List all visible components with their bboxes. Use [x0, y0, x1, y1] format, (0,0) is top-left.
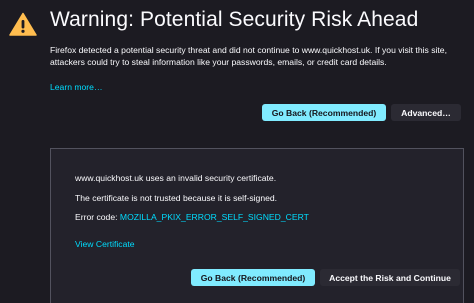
error-code-line: Error code: MOZILLA_PKIX_ERROR_SELF_SIGN…	[75, 212, 309, 222]
learn-more-link[interactable]: Learn more…	[50, 82, 103, 92]
view-certificate-link[interactable]: View Certificate	[75, 239, 135, 249]
warning-description: Firefox detected a potential security th…	[50, 45, 447, 67]
warning-icon	[9, 12, 37, 36]
error-code-link[interactable]: MOZILLA_PKIX_ERROR_SELF_SIGNED_CERT	[120, 212, 309, 222]
error-code-label: Error code:	[75, 212, 120, 222]
advanced-button[interactable]: Advanced…	[391, 104, 461, 121]
panel-go-back-button[interactable]: Go Back (Recommended)	[191, 269, 315, 286]
go-back-button[interactable]: Go Back (Recommended)	[262, 104, 386, 121]
advanced-panel: www.quickhost.uk uses an invalid securit…	[50, 148, 464, 303]
self-signed-text: The certificate is not trusted because i…	[75, 193, 278, 203]
security-warning-page: Warning: Potential Security Risk Ahead F…	[0, 0, 474, 303]
accept-risk-button[interactable]: Accept the Risk and Continue	[320, 269, 460, 286]
page-title: Warning: Potential Security Risk Ahead	[50, 8, 419, 31]
invalid-certificate-text: www.quickhost.uk uses an invalid securit…	[75, 173, 277, 183]
